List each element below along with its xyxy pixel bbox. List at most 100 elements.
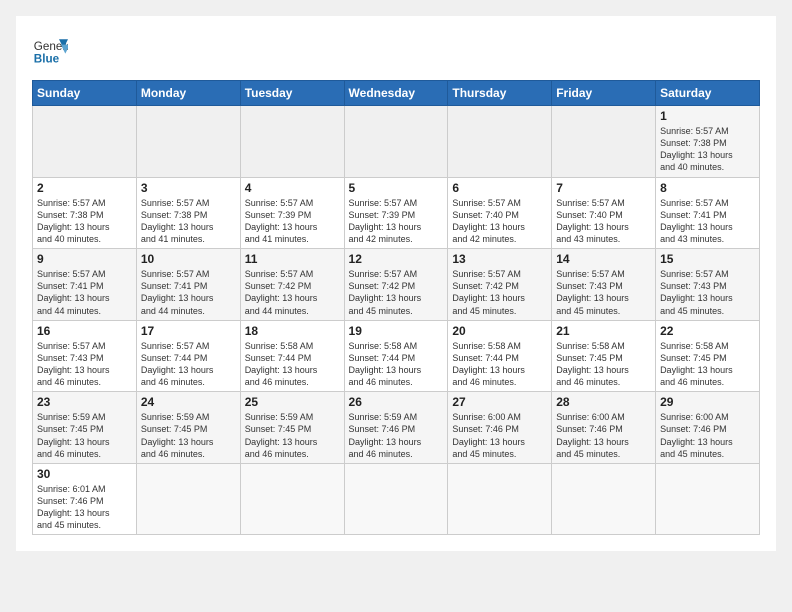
- day-info: Sunrise: 5:58 AMSunset: 7:44 PMDaylight:…: [452, 340, 547, 389]
- day-info: Sunrise: 5:57 AMSunset: 7:42 PMDaylight:…: [245, 268, 340, 317]
- calendar-week-row: 1 Sunrise: 5:57 AMSunset: 7:38 PMDaylight…: [33, 106, 760, 178]
- calendar-cell: 7 Sunrise: 5:57 AMSunset: 7:40 PMDaylight…: [552, 177, 656, 249]
- calendar-cell: 8 Sunrise: 5:57 AMSunset: 7:41 PMDaylight…: [656, 177, 760, 249]
- calendar-week-row: 30Sunrise: 6:01 AMSunset: 7:46 PMDayligh…: [33, 463, 760, 535]
- day-info: Sunrise: 5:57 AMSunset: 7:38 PMDaylight:…: [37, 197, 132, 246]
- calendar-cell: 9 Sunrise: 5:57 AMSunset: 7:41 PMDaylight…: [33, 249, 137, 321]
- calendar-cell: 23Sunrise: 5:59 AMSunset: 7:45 PMDayligh…: [33, 392, 137, 464]
- calendar-week-row: 16Sunrise: 5:57 AMSunset: 7:43 PMDayligh…: [33, 320, 760, 392]
- calendar-week-row: 2 Sunrise: 5:57 AMSunset: 7:38 PMDaylight…: [33, 177, 760, 249]
- calendar-cell: [656, 463, 760, 535]
- day-number: 21: [556, 324, 651, 338]
- calendar-cell: [552, 463, 656, 535]
- calendar-cell: [240, 463, 344, 535]
- day-info: Sunrise: 5:57 AMSunset: 7:42 PMDaylight:…: [349, 268, 444, 317]
- calendar-cell: [240, 106, 344, 178]
- day-number: 18: [245, 324, 340, 338]
- day-info: Sunrise: 5:57 AMSunset: 7:43 PMDaylight:…: [660, 268, 755, 317]
- day-number: 2: [37, 181, 132, 195]
- day-info: Sunrise: 5:57 AMSunset: 7:40 PMDaylight:…: [556, 197, 651, 246]
- day-info: Sunrise: 5:57 AMSunset: 7:41 PMDaylight:…: [141, 268, 236, 317]
- calendar-cell: 10 Sunrise: 5:57 AMSunset: 7:41 PMDayligh…: [136, 249, 240, 321]
- day-number: 30: [37, 467, 132, 481]
- day-number: 24: [141, 395, 236, 409]
- weekday-header-sunday: Sunday: [33, 81, 137, 106]
- calendar-cell: [448, 463, 552, 535]
- calendar-week-row: 9 Sunrise: 5:57 AMSunset: 7:41 PMDaylight…: [33, 249, 760, 321]
- weekday-header-wednesday: Wednesday: [344, 81, 448, 106]
- calendar-cell: 22 Sunrise: 5:58 AMSunset: 7:45 PMDayligh…: [656, 320, 760, 392]
- calendar-cell: [33, 106, 137, 178]
- day-info: Sunrise: 6:00 AMSunset: 7:46 PMDaylight:…: [660, 411, 755, 460]
- calendar-cell: [552, 106, 656, 178]
- day-number: 19: [349, 324, 444, 338]
- calendar-cell: 12Sunrise: 5:57 AMSunset: 7:42 PMDayligh…: [344, 249, 448, 321]
- calendar-cell: 24 Sunrise: 5:59 AMSunset: 7:45 PMDayligh…: [136, 392, 240, 464]
- day-number: 22: [660, 324, 755, 338]
- calendar-cell: 26 Sunrise: 5:59 AMSunset: 7:46 PMDayligh…: [344, 392, 448, 464]
- calendar-cell: [136, 106, 240, 178]
- day-number: 4: [245, 181, 340, 195]
- day-number: 1: [660, 109, 755, 123]
- day-info: Sunrise: 5:57 AMSunset: 7:44 PMDaylight:…: [141, 340, 236, 389]
- calendar-cell: [344, 106, 448, 178]
- day-number: 3: [141, 181, 236, 195]
- day-number: 29: [660, 395, 755, 409]
- day-info: Sunrise: 5:59 AMSunset: 7:45 PMDaylight:…: [245, 411, 340, 460]
- calendar-cell: 30Sunrise: 6:01 AMSunset: 7:46 PMDayligh…: [33, 463, 137, 535]
- day-number: 9: [37, 252, 132, 266]
- day-number: 28: [556, 395, 651, 409]
- weekday-header-monday: Monday: [136, 81, 240, 106]
- day-number: 5: [349, 181, 444, 195]
- logo: General Blue: [32, 32, 68, 68]
- calendar-cell: 18 Sunrise: 5:58 AMSunset: 7:44 PMDayligh…: [240, 320, 344, 392]
- day-number: 17: [141, 324, 236, 338]
- calendar-cell: 29 Sunrise: 6:00 AMSunset: 7:46 PMDayligh…: [656, 392, 760, 464]
- calendar-cell: [448, 106, 552, 178]
- day-number: 11: [245, 252, 340, 266]
- calendar-cell: 13 Sunrise: 5:57 AMSunset: 7:42 PMDayligh…: [448, 249, 552, 321]
- day-number: 27: [452, 395, 547, 409]
- weekday-header-thursday: Thursday: [448, 81, 552, 106]
- day-number: 13: [452, 252, 547, 266]
- day-number: 8: [660, 181, 755, 195]
- day-number: 26: [349, 395, 444, 409]
- weekday-header-saturday: Saturday: [656, 81, 760, 106]
- calendar-page: General Blue SundayMondayTuesdayWednesda…: [16, 16, 776, 551]
- calendar-cell: 1 Sunrise: 5:57 AMSunset: 7:38 PMDaylight…: [656, 106, 760, 178]
- calendar-cell: 15Sunrise: 5:57 AMSunset: 7:43 PMDayligh…: [656, 249, 760, 321]
- day-info: Sunrise: 5:57 AMSunset: 7:38 PMDaylight:…: [660, 125, 755, 174]
- calendar-week-row: 23 Sunrise: 5:59 AMSunset: 7:45 PMDayligh…: [33, 392, 760, 464]
- calendar-cell: [136, 463, 240, 535]
- header: General Blue: [32, 32, 760, 68]
- day-info: Sunrise: 5:57 AMSunset: 7:43 PMDaylight:…: [556, 268, 651, 317]
- calendar-cell: 3 Sunrise: 5:57 AMSunset: 7:38 PMDaylight…: [136, 177, 240, 249]
- svg-text:Blue: Blue: [34, 53, 60, 66]
- day-info: Sunrise: 5:59 AMSunset: 7:46 PMDaylight:…: [349, 411, 444, 460]
- day-info: Sunrise: 5:57 AMSunset: 7:38 PMDaylight:…: [141, 197, 236, 246]
- day-info: Sunrise: 5:59 AMSunset: 7:45 PMDaylight:…: [141, 411, 236, 460]
- day-info: Sunrise: 6:00 AMSunset: 7:46 PMDaylight:…: [556, 411, 651, 460]
- day-number: 10: [141, 252, 236, 266]
- day-number: 14: [556, 252, 651, 266]
- day-number: 23: [37, 395, 132, 409]
- day-number: 20: [452, 324, 547, 338]
- day-number: 16: [37, 324, 132, 338]
- day-info: Sunrise: 5:58 AMSunset: 7:45 PMDaylight:…: [660, 340, 755, 389]
- day-info: Sunrise: 5:57 AMSunset: 7:41 PMDaylight:…: [660, 197, 755, 246]
- calendar-cell: 4Sunrise: 5:57 AMSunset: 7:39 PMDaylight…: [240, 177, 344, 249]
- day-number: 7: [556, 181, 651, 195]
- calendar-cell: 17 Sunrise: 5:57 AMSunset: 7:44 PMDayligh…: [136, 320, 240, 392]
- calendar-cell: 6Sunrise: 5:57 AMSunset: 7:40 PMDaylight…: [448, 177, 552, 249]
- day-info: Sunrise: 5:57 AMSunset: 7:42 PMDaylight:…: [452, 268, 547, 317]
- calendar-cell: 21Sunrise: 5:58 AMSunset: 7:45 PMDayligh…: [552, 320, 656, 392]
- calendar-cell: 16Sunrise: 5:57 AMSunset: 7:43 PMDayligh…: [33, 320, 137, 392]
- calendar-cell: 14 Sunrise: 5:57 AMSunset: 7:43 PMDayligh…: [552, 249, 656, 321]
- calendar-cell: [344, 463, 448, 535]
- day-info: Sunrise: 5:57 AMSunset: 7:41 PMDaylight:…: [37, 268, 132, 317]
- weekday-header-friday: Friday: [552, 81, 656, 106]
- day-info: Sunrise: 5:58 AMSunset: 7:44 PMDaylight:…: [245, 340, 340, 389]
- calendar-cell: 25Sunrise: 5:59 AMSunset: 7:45 PMDayligh…: [240, 392, 344, 464]
- weekday-header-row: SundayMondayTuesdayWednesdayThursdayFrid…: [33, 81, 760, 106]
- weekday-header-tuesday: Tuesday: [240, 81, 344, 106]
